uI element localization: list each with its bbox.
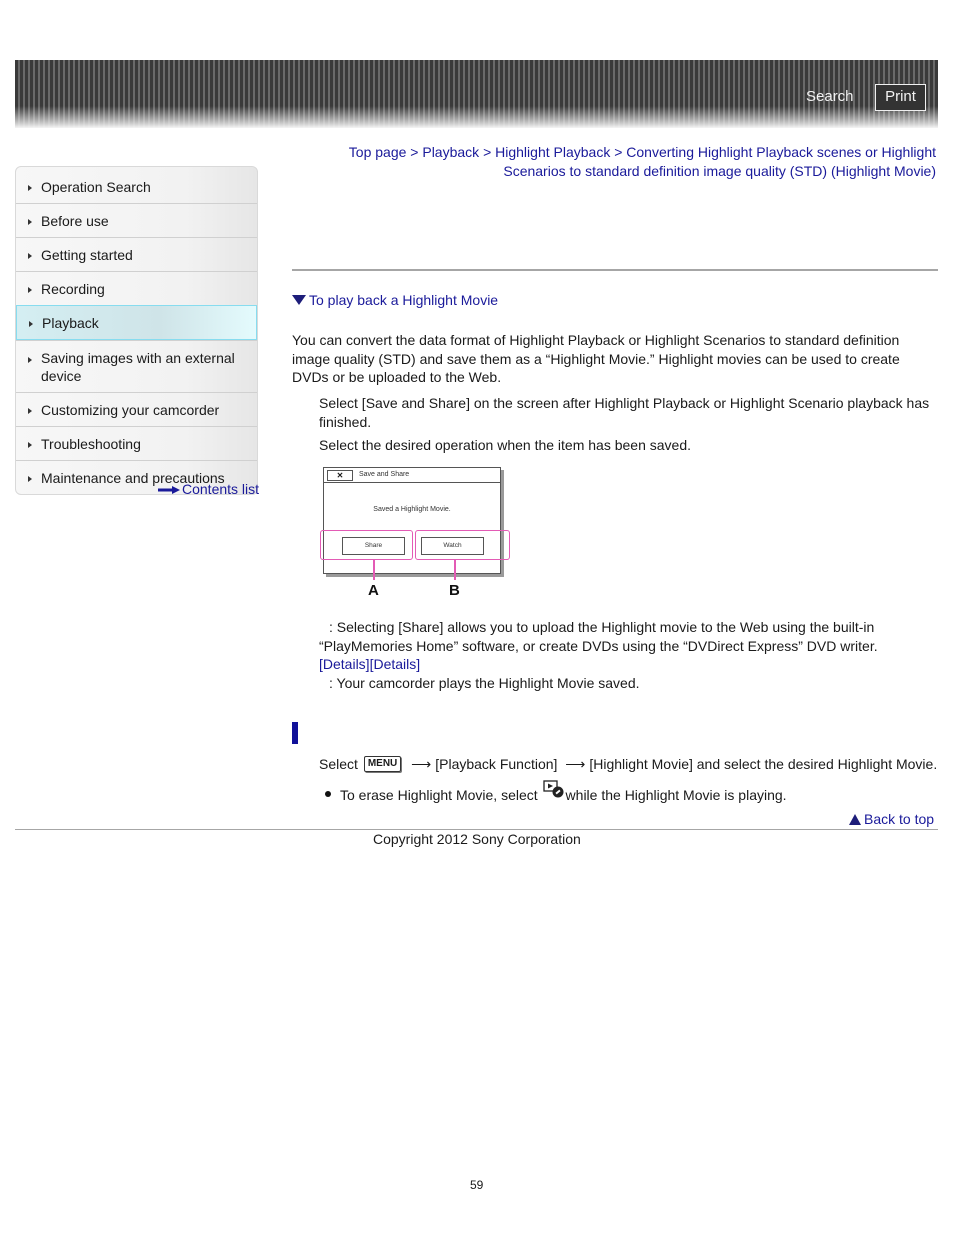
bullet-icon <box>325 791 331 797</box>
illustration-titlebar: ✕ Save and Share <box>324 468 500 483</box>
arrow-right-icon <box>28 286 32 293</box>
sidebar-item-playback[interactable]: Playback <box>16 305 257 340</box>
menu-button-icon: MENU <box>363 756 402 772</box>
search-link[interactable]: Search <box>806 88 854 105</box>
sidebar-item-label: Operation Search <box>41 179 151 195</box>
callout-label-b: B <box>449 582 460 599</box>
callout-label-a: A <box>368 582 379 599</box>
arrow-right-icon <box>29 320 33 327</box>
erase-movie-icon <box>542 780 565 798</box>
sidebar-item-before-use[interactable]: Before use <box>16 203 257 237</box>
arrow-right-icon <box>158 486 180 495</box>
close-icon: ✕ <box>327 470 353 481</box>
breadcrumb-playback[interactable]: Playback <box>422 144 479 160</box>
toc-link-play-back[interactable]: To play back a Highlight Movie <box>292 292 498 308</box>
contents-list-link[interactable]: Contents list <box>158 481 259 497</box>
sidebar-item-label: Recording <box>41 281 105 297</box>
back-to-top-link[interactable]: Back to top <box>849 811 934 827</box>
intro-paragraph: You can convert the data format of Highl… <box>292 332 900 385</box>
sidebar-nav: Operation Search Before use Getting star… <box>15 166 258 495</box>
sidebar-item-recording[interactable]: Recording <box>16 271 257 305</box>
details-link-2[interactable]: [Details] <box>370 656 421 672</box>
breadcrumb-highlight-playback[interactable]: Highlight Playback <box>495 144 610 160</box>
playback-step: Select MENU ⟶ [Playback Function] ⟶ [Highl… <box>319 754 939 774</box>
callout-line-a <box>373 560 375 580</box>
copyright-text: Copyright 2012 Sony Corporation <box>373 831 581 847</box>
breadcrumb-separator: > <box>483 144 492 160</box>
description-share: : Selecting [Share] allows you to upload… <box>319 618 919 674</box>
toc-link-label: To play back a Highlight Movie <box>309 292 499 308</box>
highlight-box-b <box>415 530 510 560</box>
arrow-right-icon <box>28 357 32 363</box>
sidebar-item-troubleshooting[interactable]: Troubleshooting <box>16 426 257 460</box>
sidebar-item-label: Playback <box>42 315 99 331</box>
sidebar-item-label: Customizing your camcorder <box>41 402 220 418</box>
breadcrumb-top-page[interactable]: Top page <box>349 144 407 160</box>
title-divider <box>292 269 938 271</box>
triangle-up-icon <box>849 814 861 825</box>
select-word: Select <box>319 756 358 772</box>
description-watch: : Your camcorder plays the Highlight Mov… <box>319 674 919 693</box>
highlight-movie-label: [Highlight Movie] and select the desired… <box>589 756 938 772</box>
arrow-right-icon <box>28 252 32 259</box>
playback-function-label: [Playback Function] <box>435 756 558 772</box>
contents-list-label: Contents list <box>182 481 260 497</box>
description-watch-text: : Your camcorder plays the Highlight Mov… <box>329 675 640 691</box>
arrow-right-icon <box>28 407 32 414</box>
erase-note-before: To erase Highlight Movie, select <box>340 787 538 803</box>
arrow-right-icon <box>28 185 32 191</box>
footer-divider <box>15 829 938 830</box>
arrow-right-icon <box>28 475 32 482</box>
sidebar-item-label: Saving images with an external device <box>41 350 235 384</box>
erase-note-after: while the Highlight Movie is playing. <box>565 787 787 803</box>
highlight-box-a <box>320 530 413 560</box>
triangle-down-icon <box>292 294 306 305</box>
sidebar-item-customizing[interactable]: Customizing your camcorder <box>16 392 257 426</box>
back-to-top-label: Back to top <box>864 811 935 827</box>
sidebar-item-label: Troubleshooting <box>41 436 141 452</box>
sidebar-item-operation-search[interactable]: Operation Search <box>16 167 257 203</box>
sidebar-item-getting-started[interactable]: Getting started <box>16 237 257 271</box>
sidebar-item-label: Getting started <box>41 247 133 263</box>
page-number: 59 <box>470 1178 484 1192</box>
arrow-right-icon <box>28 218 32 225</box>
illustration-title: Save and Share <box>359 471 410 478</box>
print-button[interactable]: Print <box>875 84 926 111</box>
arrow-right-icon: ⟶ <box>565 756 586 772</box>
step-2-text: Select the desired operation when the it… <box>319 437 692 453</box>
breadcrumb-separator: > <box>410 144 419 160</box>
sidebar-item-saving-images[interactable]: Saving images with an external device <box>16 340 257 392</box>
arrow-right-icon <box>28 441 32 448</box>
sidebar-item-label: Before use <box>41 213 109 229</box>
arrow-right-icon: ⟶ <box>411 756 432 772</box>
erase-note: To erase Highlight Movie, select while t… <box>325 780 935 805</box>
section-heading-marker <box>292 722 298 744</box>
breadcrumb-separator: > <box>614 144 623 160</box>
step-1-text: Select [Save and Share] on the screen af… <box>319 395 930 430</box>
callout-line-b <box>454 560 456 580</box>
details-link-1[interactable]: [Details] <box>319 656 370 672</box>
breadcrumb: Top page > Playback > Highlight Playback… <box>300 143 936 181</box>
illustration-message: Saved a Highlight Movie. <box>373 506 451 513</box>
save-and-share-illustration: ✕ Save and Share Saved a Highlight Movie… <box>318 465 513 605</box>
description-share-text: : Selecting [Share] allows you to upload… <box>319 619 878 654</box>
header-bar <box>15 60 938 128</box>
